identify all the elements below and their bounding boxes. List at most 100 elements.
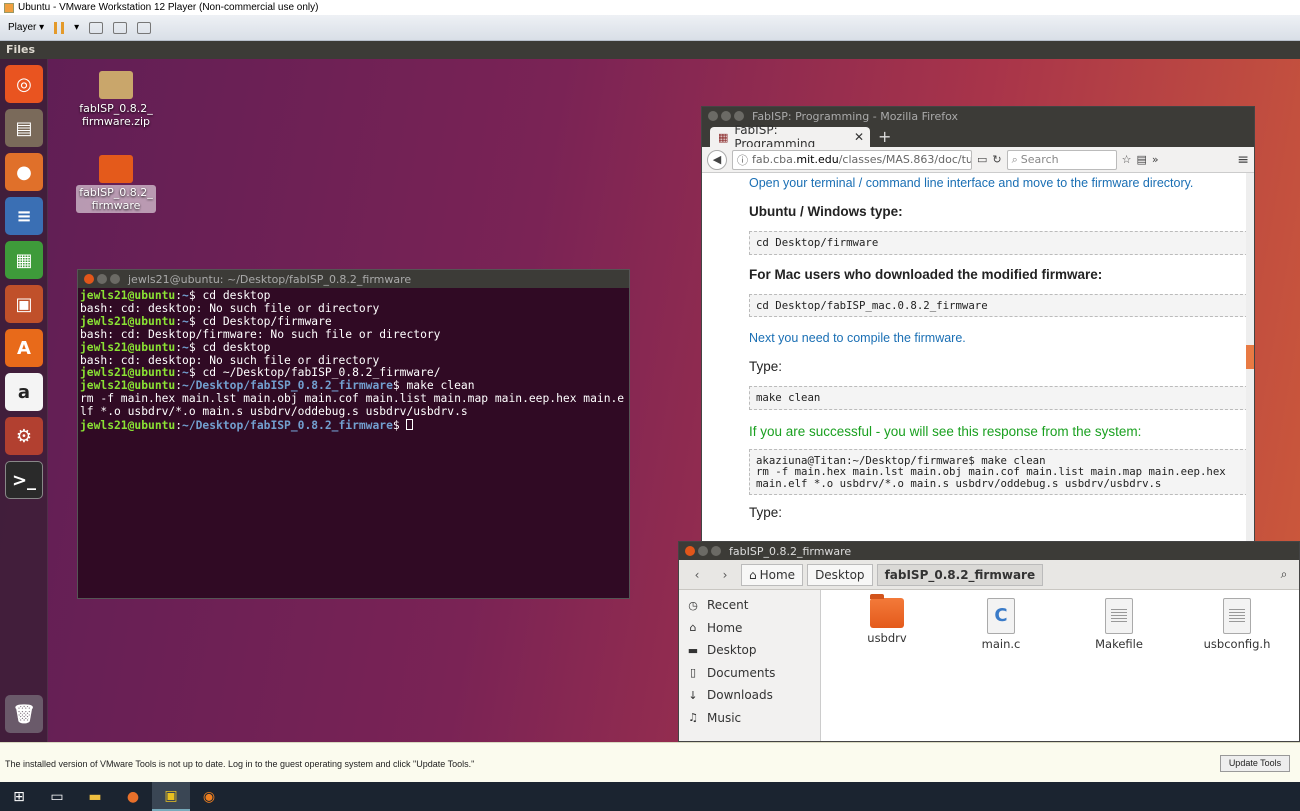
- minimize-icon[interactable]: [97, 274, 107, 284]
- player-menu-button[interactable]: Player ▾: [8, 22, 44, 33]
- search-placeholder: Search: [1020, 153, 1059, 166]
- close-icon[interactable]: [84, 274, 94, 284]
- pause-icon[interactable]: [54, 21, 65, 34]
- hamburger-menu-icon[interactable]: ≡: [1237, 152, 1249, 168]
- dash-icon[interactable]: ◎: [5, 65, 43, 103]
- fullscreen-icon[interactable]: [113, 21, 128, 34]
- sidebar-item-documents[interactable]: ▯ Documents: [679, 662, 820, 685]
- tab-strip: ▦ FabISP: Programming ✕ +: [702, 123, 1254, 151]
- maximize-icon[interactable]: [734, 111, 744, 121]
- close-icon[interactable]: [708, 111, 718, 121]
- vmware-tools-notification: The installed version of VMware Tools is…: [0, 742, 1300, 782]
- document-icon: ▯: [689, 666, 697, 680]
- file-item-usbdrv[interactable]: usbdrv: [842, 594, 932, 645]
- code-block-ubuntu: cd Desktop/firmware: [749, 231, 1248, 255]
- sidebar-item-downloads[interactable]: ↓ Downloads: [679, 684, 820, 707]
- unity-icon[interactable]: [137, 21, 152, 34]
- overflow-chevron-icon[interactable]: »: [1152, 153, 1159, 166]
- mit-favicon-icon: ▦: [718, 130, 729, 144]
- code-block-response: akaziuna@Titan:~/Desktop/firmware$ make …: [749, 448, 1248, 495]
- terminal-line: lf *.o usbdrv/*.o main.s usbdrv/oddebug.…: [80, 405, 468, 419]
- minimize-icon[interactable]: [698, 546, 708, 556]
- file-item-usbconfig-h[interactable]: usbconfig.h: [1192, 598, 1282, 651]
- file-explorer-icon[interactable]: ▬: [76, 782, 114, 811]
- vmware-taskbar-icon[interactable]: ▣: [152, 782, 190, 811]
- download-icon: ↓: [688, 688, 698, 702]
- sidebar-item-music[interactable]: ♫ Music: [679, 707, 820, 730]
- maximize-icon[interactable]: [711, 546, 721, 556]
- calc-launcher-icon[interactable]: ▦: [5, 241, 43, 279]
- files-window[interactable]: fabISP_0.8.2_firmware ‹ › ⌂ Home Desktop …: [678, 541, 1300, 742]
- folder-icon: [99, 155, 133, 183]
- zip-archive-icon: [99, 71, 133, 99]
- impress-launcher-icon[interactable]: ▣: [5, 285, 43, 323]
- blender-taskbar-icon[interactable]: ◉: [190, 782, 228, 811]
- active-app-title: Files: [6, 43, 36, 56]
- sidebar-item-desktop[interactable]: ▬ Desktop: [679, 639, 820, 662]
- pause-dropdown-icon[interactable]: ▾: [74, 22, 79, 33]
- breadcrumb-home[interactable]: ⌂ Home: [741, 563, 804, 586]
- reader-view-icon[interactable]: ▭: [977, 153, 987, 166]
- compile-link-text[interactable]: Next you need to compile the firmware.: [749, 331, 1248, 345]
- bookmark-star-icon[interactable]: ☆: [1122, 153, 1132, 166]
- files-sidebar: ◷ Recent ⌂ Home ▬ Desktop ▯ Documents ↓ Downl…: [679, 590, 821, 741]
- intro-text: Open your terminal / command line interf…: [749, 176, 1194, 190]
- forward-chevron-icon[interactable]: ›: [713, 564, 737, 586]
- files-launcher-icon[interactable]: ▤: [5, 109, 43, 147]
- windows-taskbar: ⊞ ▭ ▬ ● ▣ ◉: [0, 782, 1300, 811]
- files-grid: usbdrv C main.c Makefile usbconfig.h: [822, 590, 1299, 741]
- firefox-window[interactable]: FabISP: Programming - Mozilla Firefox ▦ …: [701, 106, 1255, 584]
- sidebar-item-home[interactable]: ⌂ Home: [679, 617, 820, 640]
- sidebar-item-recent[interactable]: ◷ Recent: [679, 594, 820, 617]
- firefox-launcher-icon[interactable]: ●: [5, 153, 43, 191]
- terminal-launcher-icon[interactable]: >_: [5, 461, 43, 499]
- info-icon[interactable]: ⓘ: [737, 152, 748, 168]
- minimize-icon[interactable]: [721, 111, 731, 121]
- terminal-output[interactable]: jewls21@ubuntu:~$ cd desktop bash: cd: de…: [78, 288, 629, 435]
- text-file-icon: [1223, 598, 1251, 634]
- search-input[interactable]: ⌕ Search: [1006, 149, 1117, 170]
- reload-icon[interactable]: ↻: [992, 153, 1001, 166]
- maximize-icon[interactable]: [110, 274, 120, 284]
- system-settings-icon[interactable]: ⚙: [5, 417, 43, 455]
- c-source-file-icon: C: [987, 598, 1015, 634]
- search-icon: ⌕: [1011, 152, 1018, 166]
- windows-start-icon[interactable]: ⊞: [0, 782, 38, 811]
- back-chevron-icon[interactable]: ‹: [685, 564, 709, 586]
- reading-list-icon[interactable]: ▤: [1137, 153, 1147, 166]
- url-bar[interactable]: ⓘ fab.cba.mit.edu/classes/MAS.863/doc/tu: [732, 149, 972, 170]
- update-tools-button[interactable]: Update Tools: [1220, 755, 1290, 772]
- software-center-icon[interactable]: A: [5, 329, 43, 367]
- trash-icon[interactable]: 🗑: [5, 695, 43, 733]
- search-icon[interactable]: ⌕: [1269, 567, 1299, 582]
- terminal-window[interactable]: jewls21@ubuntu: ~/Desktop/fabISP_0.8.2_f…: [77, 269, 630, 599]
- file-item-makefile[interactable]: Makefile: [1074, 598, 1164, 651]
- back-arrow-icon[interactable]: ◀: [707, 149, 727, 170]
- url-text: fab.cba.mit.edu/classes/MAS.863/doc/tu: [752, 153, 972, 166]
- breadcrumb-current[interactable]: fabISP_0.8.2_firmware: [876, 563, 1044, 586]
- task-view-icon[interactable]: ▭: [38, 782, 76, 811]
- files-toolbar: ‹ › ⌂ Home Desktop fabISP_0.8.2_firmware …: [679, 560, 1299, 590]
- file-item-main-c[interactable]: C main.c: [956, 598, 1046, 651]
- firefox-taskbar-icon[interactable]: ●: [114, 782, 152, 811]
- close-tab-icon[interactable]: ✕: [854, 130, 864, 144]
- terminal-titlebar[interactable]: jewls21@ubuntu: ~/Desktop/fabISP_0.8.2_f…: [78, 270, 629, 288]
- ubuntu-heading: Ubuntu / Windows type:: [749, 204, 903, 219]
- new-tab-icon[interactable]: +: [878, 127, 891, 147]
- page-scrollbar[interactable]: [1246, 173, 1254, 583]
- close-icon[interactable]: [685, 546, 695, 556]
- amazon-icon[interactable]: a: [5, 373, 43, 411]
- send-ctrl-alt-del-icon[interactable]: [89, 21, 104, 34]
- scrollbar-thumb[interactable]: [1246, 345, 1254, 369]
- desktop-icon-firmware-folder[interactable]: fabISP_0.8.2_ firmware: [76, 155, 156, 213]
- desktop-icon-firmware-zip[interactable]: fabISP_0.8.2_ firmware.zip: [76, 71, 156, 129]
- terminal-line: jewls21@ubuntu:~$ cd desktop: [80, 289, 271, 302]
- vmware-window-title: Ubuntu - VMware Workstation 12 Player (N…: [18, 2, 319, 13]
- writer-launcher-icon[interactable]: ≡: [5, 197, 43, 235]
- tab-fabisp-programming[interactable]: ▦ FabISP: Programming ✕: [710, 123, 870, 151]
- breadcrumb-desktop[interactable]: Desktop: [807, 563, 873, 586]
- folder-icon: [870, 594, 904, 628]
- top-panel: Files: [0, 41, 1300, 59]
- terminal-title: jewls21@ubuntu: ~/Desktop/fabISP_0.8.2_f…: [128, 272, 412, 286]
- files-titlebar[interactable]: fabISP_0.8.2_firmware: [679, 542, 1299, 560]
